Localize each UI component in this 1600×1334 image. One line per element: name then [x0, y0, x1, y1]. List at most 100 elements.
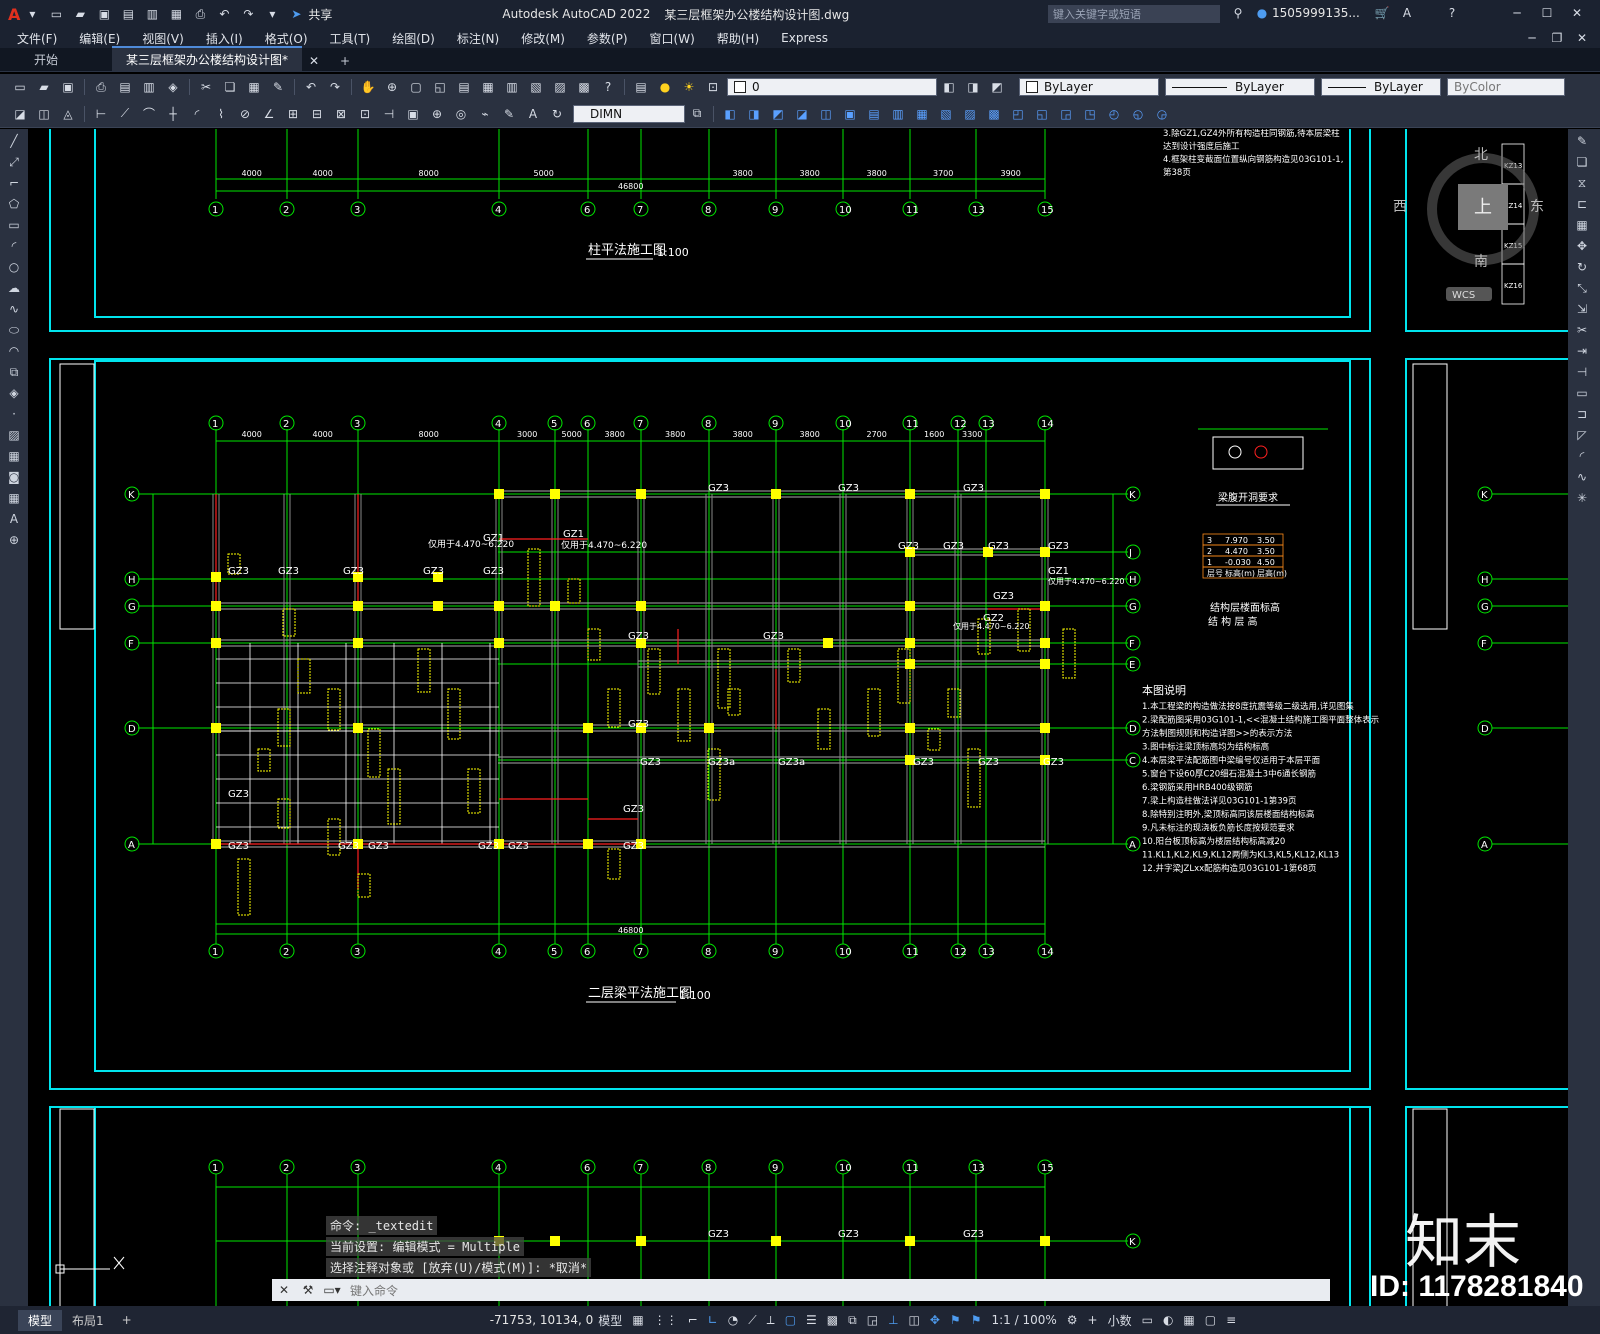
modify-7-icon[interactable]: ▤ [865, 106, 883, 122]
transparency-icon[interactable]: ▩ [827, 1313, 838, 1327]
search-box[interactable]: 键入关键字或短语 [1048, 5, 1220, 23]
make-block-icon[interactable]: ◈ [5, 384, 23, 402]
dim-jogged-icon[interactable]: ⌇ [212, 106, 230, 122]
publish-icon[interactable]: ▥ [143, 6, 161, 22]
ellipse-arc-icon[interactable]: ◠ [5, 342, 23, 360]
dim-linear-icon[interactable]: ⊢ [92, 106, 110, 122]
qdim-icon[interactable]: ⊞ [284, 106, 302, 122]
modify-3-icon[interactable]: ◩ [769, 106, 787, 122]
modify-12-icon[interactable]: ▩ [985, 106, 1003, 122]
menu-edit[interactable]: 编辑(E) [79, 30, 120, 47]
hatch-icon[interactable]: ▨ [5, 426, 23, 444]
modify-6-icon[interactable]: ▣ [841, 106, 859, 122]
layer-states-icon[interactable]: ◩ [988, 79, 1006, 95]
open-file-icon[interactable]: ▰ [71, 6, 89, 22]
modify-17-icon[interactable]: ◴ [1105, 106, 1123, 122]
cart-icon[interactable]: 🛒 [1373, 5, 1391, 21]
quick-properties-icon[interactable]: ▭ [1142, 1313, 1153, 1327]
isodraft-icon[interactable]: ⟋ [748, 1313, 756, 1328]
undo-icon[interactable]: ↶ [215, 6, 233, 22]
save-icon[interactable]: ▣ [95, 6, 113, 22]
a360-icon[interactable]: A [1398, 5, 1416, 21]
zoom-window-icon[interactable]: ▢ [407, 79, 425, 95]
layer-previous-icon[interactable]: ◨ [964, 79, 982, 95]
copy-object-icon[interactable]: ❏ [1573, 153, 1591, 171]
array-icon[interactable]: ▦ [1573, 216, 1591, 234]
tool-palettes-icon[interactable]: ▥ [503, 79, 521, 95]
menu-format[interactable]: 格式(O) [265, 30, 308, 47]
grid-icon[interactable]: ▦ [632, 1313, 643, 1327]
wcs-label[interactable]: WCS [1452, 290, 1475, 301]
minimize-icon[interactable]: ─ [1508, 5, 1526, 21]
circle-icon[interactable]: ○ [5, 258, 23, 276]
annotation-visibility-icon[interactable]: ⚑ [950, 1313, 961, 1327]
dim-ordinate-icon[interactable]: ┼ [164, 106, 182, 122]
modify-4-icon[interactable]: ◪ [793, 106, 811, 122]
redo-icon[interactable]: ↷ [326, 79, 344, 95]
modify-15-icon[interactable]: ◲ [1057, 106, 1075, 122]
arc-icon[interactable]: ◜ [5, 237, 23, 255]
tab-start[interactable]: 开始 [20, 48, 72, 71]
markup-icon[interactable]: ▨ [551, 79, 569, 95]
menu-express[interactable]: Express [781, 31, 828, 45]
plotstyle-dropdown[interactable]: ByColor [1447, 78, 1565, 96]
open-icon[interactable]: ▰ [35, 79, 53, 95]
drawing-canvas[interactable]: 1 2 3 4 6 7 8 9 10 11 13 15 4000 4000 8000 5000 3800 3800… [28, 129, 1568, 1306]
rotate-icon[interactable]: ↻ [1573, 258, 1591, 276]
modify-11-icon[interactable]: ▨ [961, 106, 979, 122]
layer-lock-icon[interactable]: ⊡ [704, 79, 722, 95]
menu-file[interactable]: 文件(F) [17, 30, 57, 47]
search-icon[interactable]: ⚲ [1229, 5, 1247, 21]
modify-5-icon[interactable]: ◫ [817, 106, 835, 122]
3dosnap-icon[interactable]: ◲ [867, 1313, 878, 1327]
menu-tools[interactable]: 工具(T) [330, 30, 371, 47]
ortho-icon[interactable]: ∟ [708, 1313, 718, 1327]
command-input[interactable]: 键入命令 [350, 1282, 398, 1299]
trim-icon[interactable]: ✂ [1573, 321, 1591, 339]
zoom-previous-icon[interactable]: ◱ [431, 79, 449, 95]
region-icon[interactable]: ◙ [5, 468, 23, 486]
menu-insert[interactable]: 插入(I) [206, 30, 243, 47]
rectangle-icon[interactable]: ▭ [5, 216, 23, 234]
help-icon[interactable]: ? [599, 79, 617, 95]
doc-restore-icon[interactable]: ❐ [1548, 30, 1566, 46]
menu-view[interactable]: 视图(V) [142, 30, 184, 47]
polyline-icon[interactable]: ⌐ [5, 174, 23, 192]
tolerance-icon[interactable]: ▣ [404, 106, 422, 122]
chamfer-icon[interactable]: ◸ [1573, 426, 1591, 444]
zoom-realtime-icon[interactable]: ⊕ [383, 79, 401, 95]
modify-19-icon[interactable]: ◶ [1153, 106, 1171, 122]
dim-angular-icon[interactable]: ∠ [260, 106, 278, 122]
insert-block-icon[interactable]: ⧉ [5, 363, 23, 381]
gizmo-icon[interactable]: ✥ [930, 1313, 940, 1327]
menu-dimension[interactable]: 标注(N) [457, 30, 499, 47]
units-value[interactable]: 小数 [1108, 1312, 1132, 1329]
user-name[interactable]: 1505999135... [1272, 6, 1360, 20]
dim-diameter-icon[interactable]: ⊘ [236, 106, 254, 122]
dim-space-icon[interactable]: ⊡ [356, 106, 374, 122]
layer-tool-3-icon[interactable]: ◬ [59, 106, 77, 122]
auto-scale-icon[interactable]: ⚑ [971, 1313, 982, 1327]
break-at-point-icon[interactable]: ⊣ [1573, 363, 1591, 381]
dimstyle-manager-icon[interactable]: ⧉ [688, 106, 706, 122]
break-icon[interactable]: ▭ [1573, 384, 1591, 402]
layer-on-icon[interactable]: ● [656, 79, 674, 95]
osnap-icon[interactable]: ▢ [785, 1313, 796, 1327]
cut-icon[interactable]: ✂ [197, 79, 215, 95]
viewcube-east[interactable]: 东 [1530, 199, 1544, 215]
blend-icon[interactable]: ∿ [1573, 468, 1591, 486]
plot-icon[interactable]: ⎙ [92, 79, 110, 95]
clean-screen-icon[interactable]: ▢ [1205, 1313, 1216, 1327]
menu-modify[interactable]: 修改(M) [521, 30, 565, 47]
redo-icon[interactable]: ↷ [239, 6, 257, 22]
dim-edit-icon[interactable]: ✎ [500, 106, 518, 122]
menu-window[interactable]: 窗口(W) [650, 30, 695, 47]
line-icon[interactable]: ╱ [5, 132, 23, 150]
viewcube-west[interactable]: 西 [1393, 199, 1407, 215]
autocad-logo-icon[interactable]: A [8, 5, 20, 24]
viewcube-south[interactable]: 南 [1474, 254, 1488, 270]
plot-icon[interactable]: ▦ [167, 6, 185, 22]
isolate-icon[interactable]: ◐ [1163, 1313, 1173, 1327]
preview-icon[interactable]: ▤ [116, 79, 134, 95]
tab-close-icon[interactable]: ✕ [305, 53, 323, 69]
